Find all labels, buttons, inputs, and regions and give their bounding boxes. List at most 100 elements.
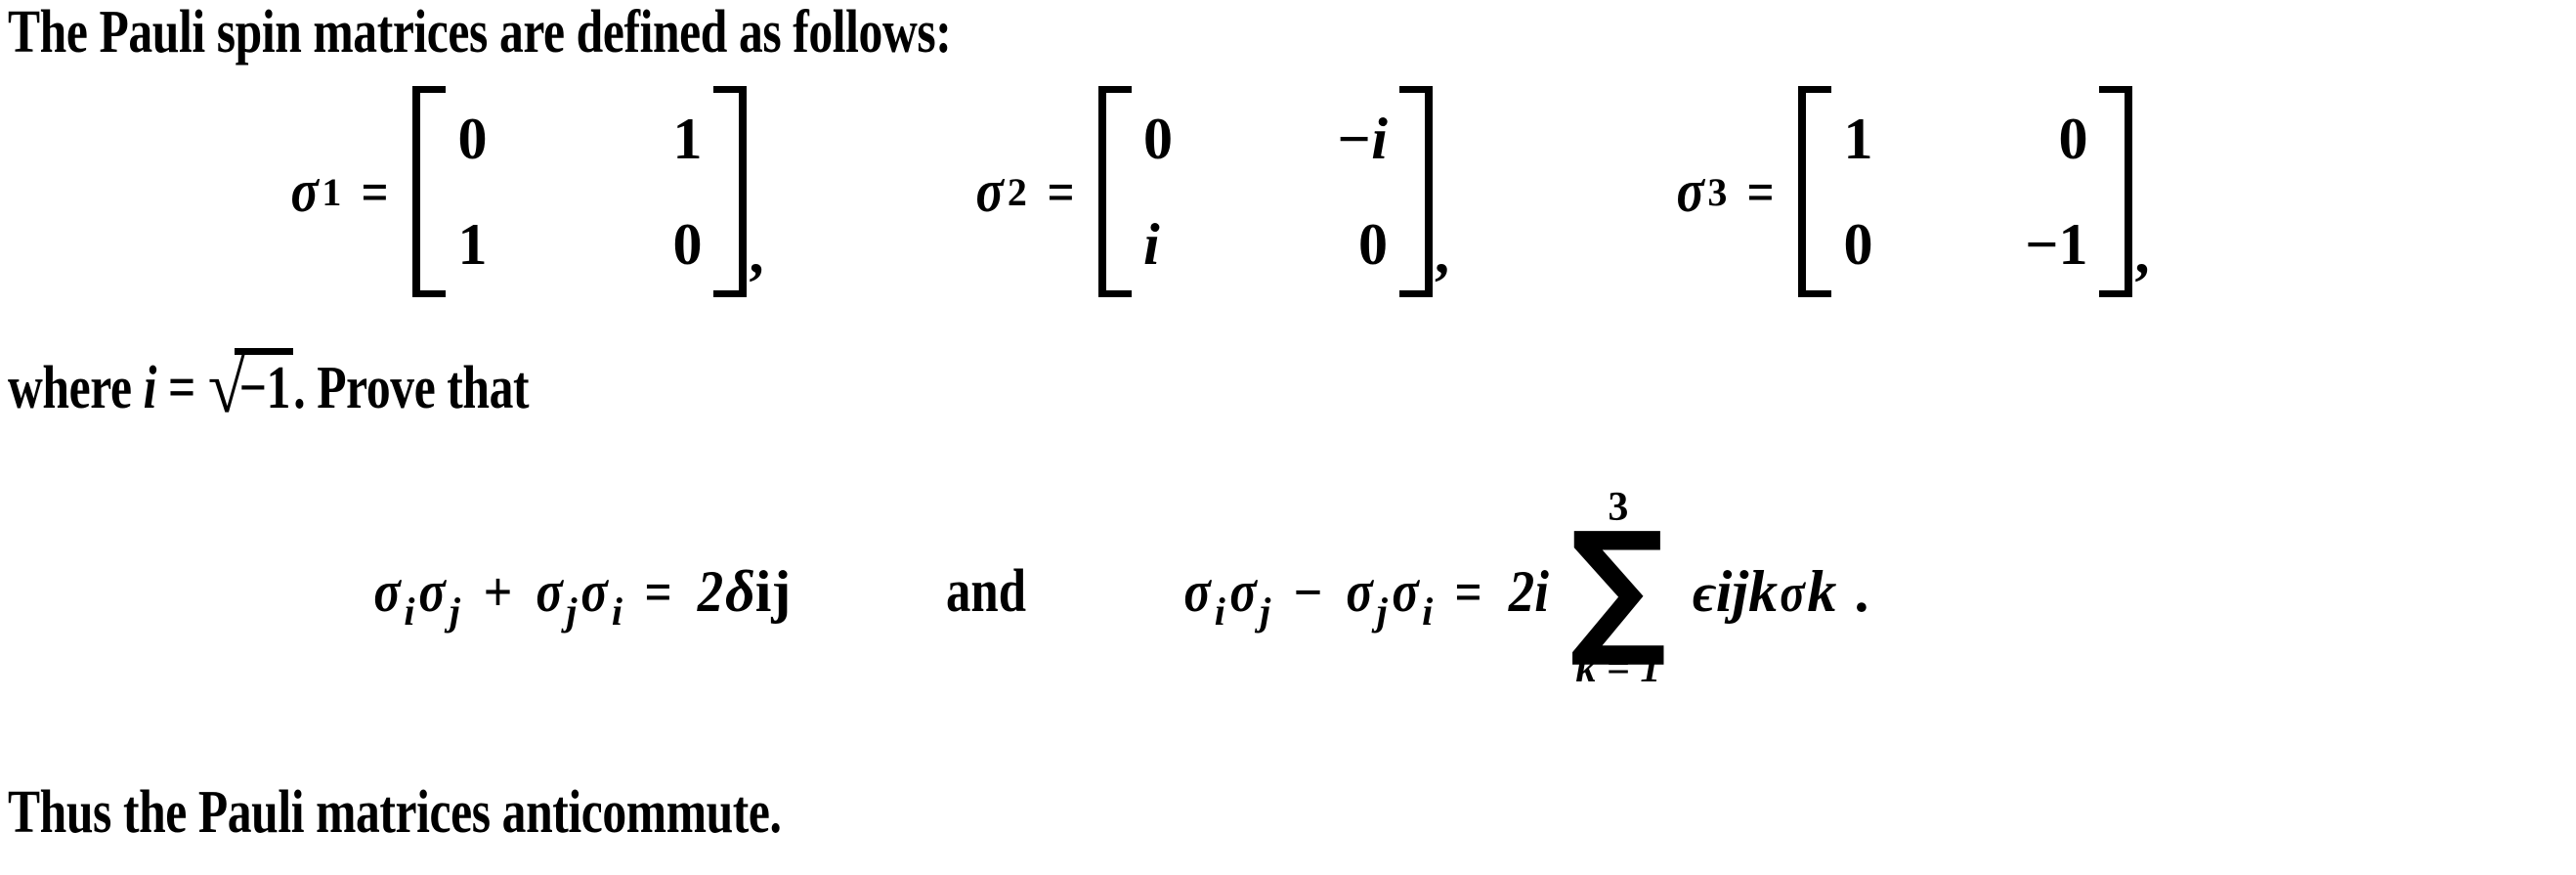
sigma-3-matrix: 1 0 0 −1 [1798, 86, 2133, 297]
equation-sigma-2: σ2 = 0 −i i 0 , [973, 86, 1449, 297]
table-row: 0 −i [1143, 86, 1388, 192]
intro-text: The Pauli spin matrices are defined as f… [8, 0, 952, 66]
where-text-line: where i = √ −1. Prove that [8, 341, 530, 428]
identities-row: σiσj + σjσi = 2δij and σiσj − σjσi = 2i … [0, 459, 2576, 723]
sigma-symbol: σ [1229, 558, 1257, 624]
levi-civita-term: ϵ ijk σ k [1693, 558, 1837, 626]
table-row: i 0 [1143, 192, 1388, 297]
sigma-2-subscript: 2 [1007, 169, 1027, 214]
epsilon-symbol: ϵ [1692, 562, 1716, 624]
term-sigma-i-sigma-j: σiσj [1181, 558, 1272, 634]
sigma-summation-icon: ∑ [1569, 501, 1667, 672]
equals-sign: = [1454, 559, 1482, 624]
cell-r2c1: 0 [1843, 212, 1873, 277]
sigma-index: j [1260, 589, 1271, 634]
cell-r1c2: −i [1335, 107, 1388, 171]
sigma-index: j [1376, 589, 1388, 634]
minus-operator: − [1293, 559, 1323, 624]
cell-r1c2: 0 [2058, 107, 2088, 171]
sigma-symbol: σ [1392, 558, 1419, 624]
sigma-symbol: σ [1183, 558, 1212, 624]
sigma-2-equals: = [1047, 159, 1075, 224]
sigma-1-symbol: σ [290, 157, 319, 225]
delta-index-1: i [754, 558, 772, 624]
sigma-2-matrix: 0 −i i 0 [1097, 86, 1433, 297]
cell-r2c2: 0 [672, 212, 703, 277]
cell-r1c2: 1 [672, 107, 703, 171]
where-prefix: where [8, 355, 144, 421]
table-row: 0 −1 [1843, 192, 2087, 297]
equation-commutator: σiσj − σjσi = 2i 3 ∑ k = 1 ϵ ijk σ k . [1181, 487, 1869, 693]
left-bracket-icon [412, 86, 447, 297]
table-row: 1 0 [457, 192, 702, 297]
sigma-index: i [1214, 589, 1225, 634]
vinculum-bar [235, 348, 294, 355]
epsilon-indices: ijk [1715, 558, 1779, 624]
sigma-symbol: σ [1780, 562, 1806, 624]
sigma-3-equals: = [1746, 159, 1775, 224]
cell-r1c1: 1 [1843, 107, 1873, 171]
sigma-2-matrix-table: 0 −i i 0 [1143, 86, 1388, 297]
left-bracket-icon [1097, 86, 1132, 297]
right-bracket-icon [713, 86, 748, 297]
sigma-symbol: σ [1346, 558, 1374, 624]
where-equals: = [155, 355, 207, 421]
cell-r2c2: −1 [2025, 212, 2088, 277]
coefficient-two: 2 [697, 558, 724, 624]
cell-r1c1: 0 [457, 107, 488, 171]
closing-text: Thus the Pauli matrices anticommute. [8, 779, 782, 846]
sigma-index: k [1807, 558, 1837, 624]
coefficient-two-i: 2i [1509, 558, 1550, 624]
cell-r2c2: 0 [1357, 212, 1388, 277]
sigma-index: j [449, 589, 460, 634]
radicand: −1 [235, 348, 294, 423]
sigma-1-equals: = [361, 159, 390, 224]
where-suffix: . Prove that [293, 355, 530, 421]
sigma-index: i [1422, 589, 1434, 634]
kronecker-delta-symbol: δ [725, 558, 755, 624]
term-sigma-j-sigma-i: σjσi [534, 558, 624, 634]
equation-sigma-1: σ1 = 0 1 1 0 , [288, 86, 763, 297]
equation-sigma-3: σ3 = 1 0 0 −1 , [1674, 86, 2149, 297]
sigma-index: j [566, 589, 578, 634]
sigma-3-symbol: σ [1676, 157, 1704, 225]
sigma-3-matrix-table: 1 0 0 −1 [1843, 86, 2087, 297]
sigma-1-matrix-table: 0 1 1 0 [457, 86, 702, 297]
conjunction-and: and [946, 557, 1027, 625]
equation-anticommutator: σiσj + σjσi = 2δij [371, 558, 792, 634]
left-bracket-icon [1798, 86, 1832, 297]
square-root-expression: √ −1 [207, 341, 294, 428]
sigma-symbol: σ [373, 558, 401, 624]
sigma-2-symbol: σ [975, 157, 1005, 225]
summation-operator: 3 ∑ k = 1 [1566, 487, 1671, 689]
sigma-3-trailing-comma: , [2134, 221, 2150, 285]
equals-sign: = [644, 559, 672, 624]
sigma-1-trailing-comma: , [749, 221, 764, 285]
right-bracket-icon [1398, 86, 1433, 297]
sigma-symbol: σ [418, 558, 447, 624]
cell-r1c1: 0 [1142, 107, 1173, 171]
sentence-period: . [1854, 558, 1869, 624]
sigma-symbol: σ [536, 558, 563, 624]
sigma-index: i [404, 589, 415, 634]
imaginary-unit-symbol: i [143, 355, 157, 421]
scanned-page: The Pauli spin matrices are defined as f… [0, 0, 2576, 875]
closing-text-line: Thus the Pauli matrices anticommute. [8, 778, 782, 848]
sigma-3-subscript: 3 [1707, 169, 1728, 214]
radicand-value: −1 [238, 355, 291, 421]
intro-text-line: The Pauli spin matrices are defined as f… [8, 0, 952, 67]
table-row: 1 0 [1843, 86, 2087, 192]
term-sigma-i-sigma-j: σiσj [371, 558, 462, 634]
cell-r2c1: i [1142, 212, 1160, 277]
matrix-definitions-row: σ1 = 0 1 1 0 , σ2 = 0 −i i 0 , σ 3 = 1 0… [0, 86, 2576, 311]
term-sigma-j-sigma-i: σjσi [1344, 558, 1435, 634]
sigma-index: i [611, 589, 623, 634]
sigma-1-matrix: 0 1 1 0 [412, 86, 748, 297]
delta-index-2: j [771, 558, 792, 624]
sigma-1-subscript: 1 [322, 169, 342, 214]
right-bracket-icon [2099, 86, 2133, 297]
table-row: 0 1 [457, 86, 702, 192]
sigma-2-trailing-comma: , [1434, 221, 1449, 285]
plus-operator: + [483, 559, 513, 624]
cell-r2c1: 1 [457, 212, 488, 277]
